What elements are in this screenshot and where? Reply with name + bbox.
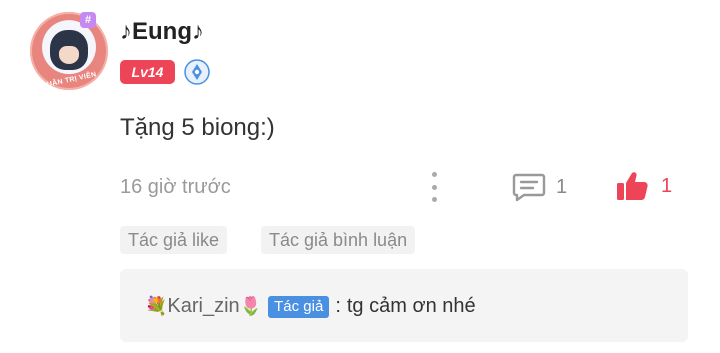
username[interactable]: ♪Eung♪ [120,18,204,46]
tulip-emoji: 🌷 [239,296,263,316]
thumbs-up-icon [617,172,648,200]
tag-author-liked: Tác giả like [120,226,228,254]
post-time: 16 giờ trước [120,176,231,198]
verified-badge-icon [184,59,210,85]
comment-icon [512,173,546,202]
reply-separator: : [335,295,341,317]
author-badge: Tác giả [268,295,330,318]
post-content: Tặng 5 biong:) [120,114,275,141]
level-badge: Lv14 [120,60,175,84]
avatar-ring-text: QUÂN TRỊ VIÊN [40,71,98,90]
reply-line: 💐 Kari_zin 🌷 Tác giả : tg cảm ơn nhé [145,295,476,318]
reply-text: tg cảm ơn nhé [346,295,476,317]
avatar-badge: # [80,12,96,28]
comment-count: 1 [556,175,568,198]
like-count: 1 [661,174,673,197]
like-button[interactable]: 1 [615,170,672,202]
comment-button[interactable]: 1 [512,172,567,202]
more-vertical-icon[interactable] [428,172,440,202]
tag-author-commented: Tác giả bình luận [261,226,416,254]
bouquet-emoji: 💐 [145,296,168,316]
reply-username-text: Kari_zin [167,295,240,317]
avatar[interactable]: QUÂN TRỊ VIÊN [30,12,108,90]
reply-username[interactable]: 💐 Kari_zin 🌷 [145,295,262,318]
avatar-face [50,30,88,70]
reply-box[interactable]: 💐 Kari_zin 🌷 Tác giả : tg cảm ơn nhé [120,269,688,342]
